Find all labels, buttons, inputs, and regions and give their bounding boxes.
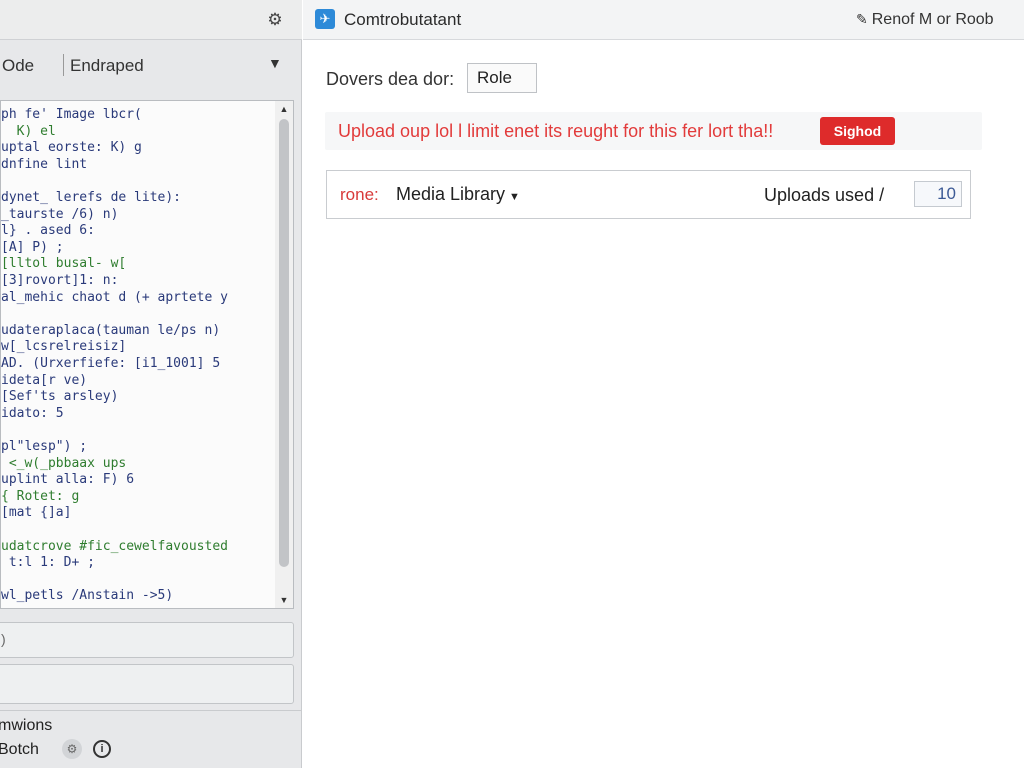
role-select[interactable]: Role [467,63,537,93]
code-line: wl_petls /Anstain ->5) [1,588,174,604]
code-line: uplint alla: F) 6 [1,472,135,488]
code-line: dynet_ lerefs de lite): [1,190,182,205]
code-line: [lltol busal- w[ [1,256,127,272]
mode-value: Endraped [70,56,144,75]
batch-label: Botch [0,741,39,758]
code-line: [3]rovort]1: n: [1,273,119,288]
code-line: w[_lcsrelreisiz] [1,339,127,355]
code-line: AD. (Urxerfiefe: [i1_1001] 5 [1,356,221,371]
code-line: udateraplaca(tauman le/ps n) [1,322,221,338]
caret-down-icon[interactable]: ▼ [268,55,282,71]
app-logo-icon: ✈ [315,9,335,29]
code-line: ph fe' Image lbcr( [1,107,142,122]
options-divider [0,710,302,711]
sidebar-input-2[interactable] [0,664,294,704]
library-bar: rone: Media Library ▼ Uploads used / 10 [326,170,971,219]
pin-icon: ✎ [856,11,868,27]
app-header: ✈ Comtrobutatant ✎ Renof M or Roob [303,0,1024,40]
code-line: t:l 1: D+ ; [1,555,95,571]
chevron-down-icon: ▼ [509,191,520,203]
info-icon[interactable]: i [93,740,111,758]
sidebar-input-1[interactable]: ) [0,622,294,658]
gear-icon[interactable]: ⚙ [62,739,82,759]
code-line: uptal eorste: K) g [1,140,142,156]
uploads-used-label: Uploads used / [764,185,885,205]
mode-label: Ode [2,56,35,75]
code-line: <_w(_pbbaax ups [1,455,127,471]
code-line: [mat {]a] [1,505,72,521]
code-line: K) el [1,123,56,139]
code-line: l} . ased 6: [1,223,95,239]
user-menu-label: Renof M or Roob [871,11,994,28]
sidebar-header: ⚙ [0,0,302,40]
code-line: ideta[r ve) [1,372,88,388]
library-name: Media Library [396,184,506,204]
mode-selector[interactable]: Ode Endraped ▼ [0,44,294,84]
code-line: pl"lesp") ; [1,439,88,454]
options-label: mwions [0,717,53,734]
code-line: { Rotet: g [1,488,80,504]
code-scrollbar[interactable]: ▲ ▼ [275,101,293,608]
app-title: Comtrobutatant [344,10,462,29]
code-line: idato: 5 [1,405,64,421]
code-line: dnfine lint [1,156,88,172]
code-editor[interactable]: ph fe' Image lbcr( K) el uptal eorste: K)… [0,100,294,609]
code-line: al_mehic chaot d (+ aprtete y [1,289,228,305]
role-label: Dovers dea dor: [326,69,455,89]
upload-limit-alert: Upload oup lol l limit enet its reught f… [325,112,982,150]
user-menu[interactable]: ✎ Renof M or Roob [856,11,994,29]
scroll-down-icon[interactable]: ▼ [275,593,293,607]
library-prefix: rone: [340,185,379,204]
code-sidebar: ⚙ Ode Endraped ▼ ph fe' Image lbcr( K) e… [0,0,302,768]
library-dropdown[interactable]: Media Library ▼ [396,184,520,205]
code-line: [Sef'ts arsley) [1,389,119,405]
scroll-thumb[interactable] [279,119,289,567]
code-line: [A] P) ; [1,239,64,255]
mode-divider [63,54,64,76]
alert-text: Upload oup lol l limit enet its reught f… [338,121,774,141]
uploads-used-count: 10 [914,181,962,207]
alert-badge-button[interactable]: Sighod [820,117,895,145]
scroll-up-icon[interactable]: ▲ [275,102,293,116]
code-line: udatcrove #fic_cewelfavousted [1,538,228,554]
input-cursor-icon: ) [1,631,6,647]
sidebar-settings-icon[interactable]: ⚙ [264,9,286,31]
code-line: _taurste /6) n) [1,206,119,222]
